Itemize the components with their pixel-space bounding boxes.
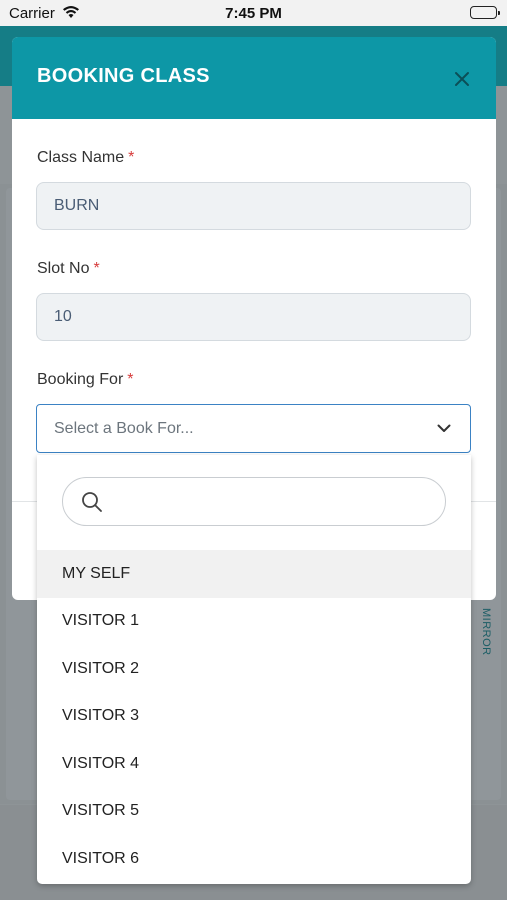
booking-for-placeholder: Select a Book For...	[54, 419, 194, 437]
option-my-self[interactable]: MY SELF	[37, 550, 471, 598]
option-visitor-6[interactable]: VISITOR 6	[37, 835, 471, 883]
status-bar: Carrier 7:45 PM	[0, 0, 507, 26]
slot-no-value: 10	[54, 308, 72, 325]
dropdown-search-input[interactable]	[113, 478, 427, 525]
chevron-down-icon	[435, 420, 453, 438]
clock-time: 7:45 PM	[225, 5, 282, 22]
required-mark: *	[93, 260, 100, 277]
close-icon	[455, 72, 469, 86]
required-mark: *	[127, 371, 134, 388]
option-visitor-5[interactable]: VISITOR 5	[37, 788, 471, 836]
class-name-input[interactable]: BURN	[36, 182, 471, 230]
battery-icon	[470, 6, 500, 19]
close-button[interactable]	[448, 65, 476, 93]
option-visitor-4[interactable]: VISITOR 4	[37, 740, 471, 788]
required-mark: *	[128, 149, 135, 166]
slot-no-input[interactable]: 10	[36, 293, 471, 341]
dropdown-search-box[interactable]	[62, 477, 446, 526]
dropdown-options: MY SELF VISITOR 1 VISITOR 2 VISITOR 3 VI…	[37, 550, 471, 883]
option-visitor-2[interactable]: VISITOR 2	[37, 645, 471, 693]
booking-for-select[interactable]: Select a Book For...	[36, 404, 471, 453]
mirror-label: MIRROR	[480, 608, 492, 656]
option-visitor-1[interactable]: VISITOR 1	[37, 598, 471, 646]
option-visitor-3[interactable]: VISITOR 3	[37, 693, 471, 741]
search-icon	[82, 491, 102, 512]
slot-no-label-text: Slot No	[37, 260, 90, 277]
booking-for-label: Booking For *	[37, 371, 134, 389]
booking-for-label-text: Booking For	[37, 371, 124, 388]
class-name-label: Class Name *	[37, 149, 134, 167]
class-name-label-text: Class Name	[37, 149, 125, 166]
booking-for-dropdown: MY SELF VISITOR 1 VISITOR 2 VISITOR 3 VI…	[37, 455, 471, 884]
modal-title: BOOKING CLASS	[37, 65, 210, 87]
modal-header: BOOKING CLASS	[12, 37, 496, 119]
class-name-value: BURN	[54, 197, 100, 214]
slot-no-label: Slot No *	[37, 260, 100, 278]
